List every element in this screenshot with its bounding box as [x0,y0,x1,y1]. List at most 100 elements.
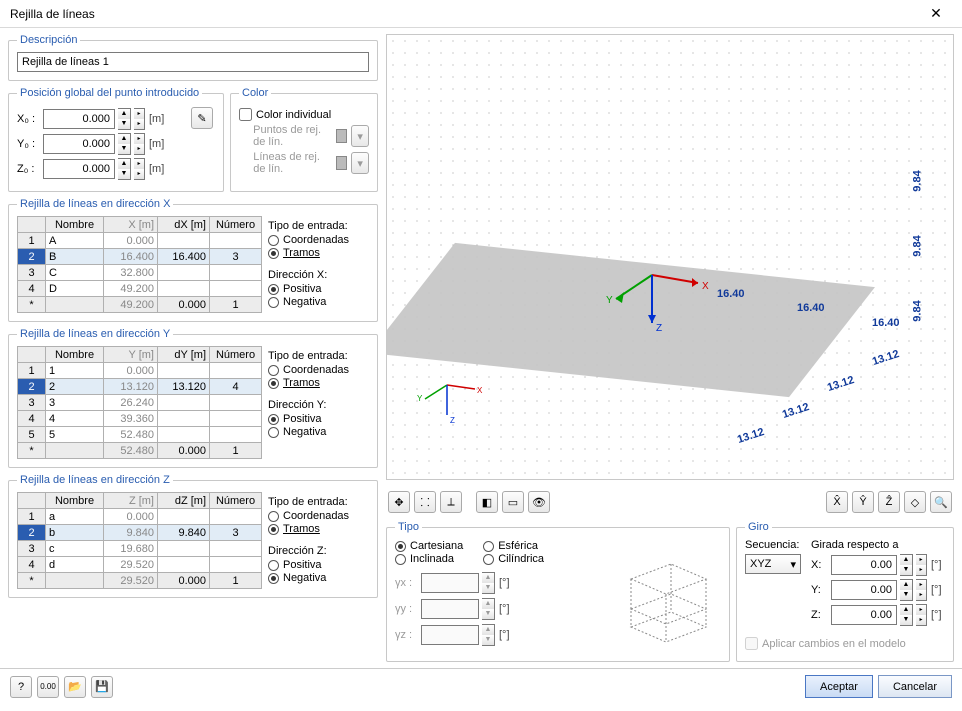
color-individual-checkbox[interactable] [239,108,252,121]
giro-z-spinner[interactable]: ▲▼ [900,604,913,626]
grid-y-coord-radio[interactable]: Coordenadas [268,364,369,376]
color-individual-label: Color individual [256,109,331,121]
table-row[interactable]: *52.4800.0001 [18,443,262,459]
tipo-group: Tipo Cartesiana Inclinada Esférica Cilín… [386,521,730,662]
grid-x-tramo-radio[interactable]: Tramos [268,247,369,259]
vp-view-x-icon[interactable]: X̂ [826,491,848,513]
table-row[interactable]: 2213.12013.1204 [18,379,262,395]
grid-z-neg-radio[interactable]: Negativa [268,572,369,584]
table-row[interactable]: 3326.240 [18,395,262,411]
table-row[interactable]: 4439.360 [18,411,262,427]
grid-y-neg-radio[interactable]: Negativa [268,426,369,438]
giro-z-stepper[interactable]: ▸▸ [916,604,927,626]
table-row[interactable]: 1A0.000 [18,233,262,249]
giro-x-spinner[interactable]: ▲▼ [900,554,913,576]
giro-sec-select[interactable]: XYZ▾ [745,554,801,574]
gamma-z-spinner: ▲▼ [482,624,495,646]
grid-x-table[interactable]: Nombre X [m] dX [m] Número 1A0.0002B16.4… [17,216,262,313]
svg-text:Z: Z [656,323,662,334]
y0-spinner[interactable]: ▲▼ [118,133,131,155]
descripcion-input[interactable] [17,52,369,72]
vp-tool-axes-icon[interactable]: ⟂ [440,491,462,513]
vp-view-y-icon[interactable]: Ŷ [852,491,874,513]
table-row[interactable]: 110.000 [18,363,262,379]
giro-x-stepper[interactable]: ▸▸ [916,554,927,576]
tipo-inclinada-radio[interactable]: Inclinada [395,553,463,565]
table-row[interactable]: 1a0.000 [18,509,262,525]
z0-spinner[interactable]: ▲▼ [118,158,131,180]
color-puntos-label: Puntos de rej. de lín. [253,124,332,148]
tipo-esferica-radio[interactable]: Esférica [483,540,544,552]
vp-tool-eye-icon[interactable]: 👁 [528,491,550,513]
vp-view-zoom-icon[interactable]: 🔍 [930,491,952,513]
x0-stepper[interactable]: ▸▸ [134,108,145,130]
cancel-button[interactable]: Cancelar [878,675,952,698]
vp-view-iso-icon[interactable]: ◇ [904,491,926,513]
vp-tool-screen-icon[interactable]: ▭ [502,491,524,513]
table-row[interactable]: *49.2000.0001 [18,297,262,313]
grid-z-tramo-radio[interactable]: Tramos [268,523,369,535]
grid-x-label: Rejilla de líneas en dirección X [17,198,173,210]
y0-input[interactable] [43,134,115,154]
pick-point-icon[interactable]: ✎ [191,107,213,129]
table-row[interactable]: 2b9.8409.8403 [18,525,262,541]
table-row[interactable]: 4D49.200 [18,281,262,297]
giro-apply-label: Aplicar cambios en el modelo [762,638,906,650]
y0-stepper[interactable]: ▸▸ [134,133,145,155]
x0-spinner[interactable]: ▲▼ [118,108,131,130]
open-icon[interactable]: 📂 [64,676,86,698]
vp-tool-model-icon[interactable]: ◧ [476,491,498,513]
table-row[interactable]: 4d29.520 [18,557,262,573]
table-row[interactable]: 3C32.800 [18,265,262,281]
table-row[interactable]: *29.5200.0001 [18,573,262,589]
tipo-preview-icon [611,539,721,649]
z0-stepper[interactable]: ▸▸ [134,158,145,180]
giro-y-input[interactable] [831,580,897,600]
grid-z-pos-radio[interactable]: Positiva [268,559,369,571]
color-lineas-picker: ▾ [351,152,369,174]
x0-input[interactable] [43,109,115,129]
viewport-slab [386,243,875,397]
tipo-cilindrica-radio[interactable]: Cilíndrica [483,553,544,565]
help-icon[interactable]: ? [10,676,32,698]
units-icon[interactable]: 0.00 [37,676,59,698]
x0-label: X₀ : [17,113,39,125]
grid-y-table[interactable]: Nombre Y [m] dY [m] Número 110.0002213.1… [17,346,262,459]
grid-x-neg-radio[interactable]: Negativa [268,296,369,308]
grid-y-tramo-radio[interactable]: Tramos [268,377,369,389]
svg-text:X: X [477,386,483,395]
grid-z-table[interactable]: Nombre Z [m] dZ [m] Número 1a0.0002b9.84… [17,492,262,589]
tipo-cartesiana-radio[interactable]: Cartesiana [395,540,463,552]
svg-text:Y: Y [417,394,423,403]
y0-unit: [m] [149,138,164,150]
giro-z-input[interactable] [831,605,897,625]
grid-x-coord-radio[interactable]: Coordenadas [268,234,369,246]
svg-text:Y: Y [606,295,613,306]
grid-z-coord-radio[interactable]: Coordenadas [268,510,369,522]
giro-x-input[interactable] [831,555,897,575]
grid-x-group: Rejilla de líneas en dirección X Nombre … [8,198,378,322]
vp-tool-pick-icon[interactable]: ✥ [388,491,410,513]
vp-view-z-icon[interactable]: Ẑ [878,491,900,513]
table-row[interactable]: 2B16.40016.4003 [18,249,262,265]
accept-button[interactable]: Aceptar [805,675,873,698]
grid-y-pos-radio[interactable]: Positiva [268,413,369,425]
giro-y-spinner[interactable]: ▲▼ [900,579,913,601]
viewport-3d[interactable]: X Y Z X Y Z 9.84 9.84 9.84 16.40 16.4 [386,34,954,480]
table-row[interactable]: 3c19.680 [18,541,262,557]
posicion-group: Posición global del punto introducido X₀… [8,87,224,192]
z0-input[interactable] [43,159,115,179]
gamma-y-input [421,599,479,619]
descripcion-label: Descripción [17,34,80,46]
grid-x-pos-radio[interactable]: Positiva [268,283,369,295]
color-label: Color [239,87,271,99]
table-row[interactable]: 5552.480 [18,427,262,443]
gamma-x-input [421,573,479,593]
grid-z-label: Rejilla de líneas en dirección Z [17,474,173,486]
close-icon[interactable]: ✕ [916,2,956,26]
giro-y-stepper[interactable]: ▸▸ [916,579,927,601]
save-icon[interactable]: 💾 [91,676,113,698]
giro-resp-label: Girada respecto a [811,539,945,551]
vp-tool-size-icon[interactable]: ⸬ [414,491,436,513]
giro-sec-label: Secuencia: [745,539,801,551]
